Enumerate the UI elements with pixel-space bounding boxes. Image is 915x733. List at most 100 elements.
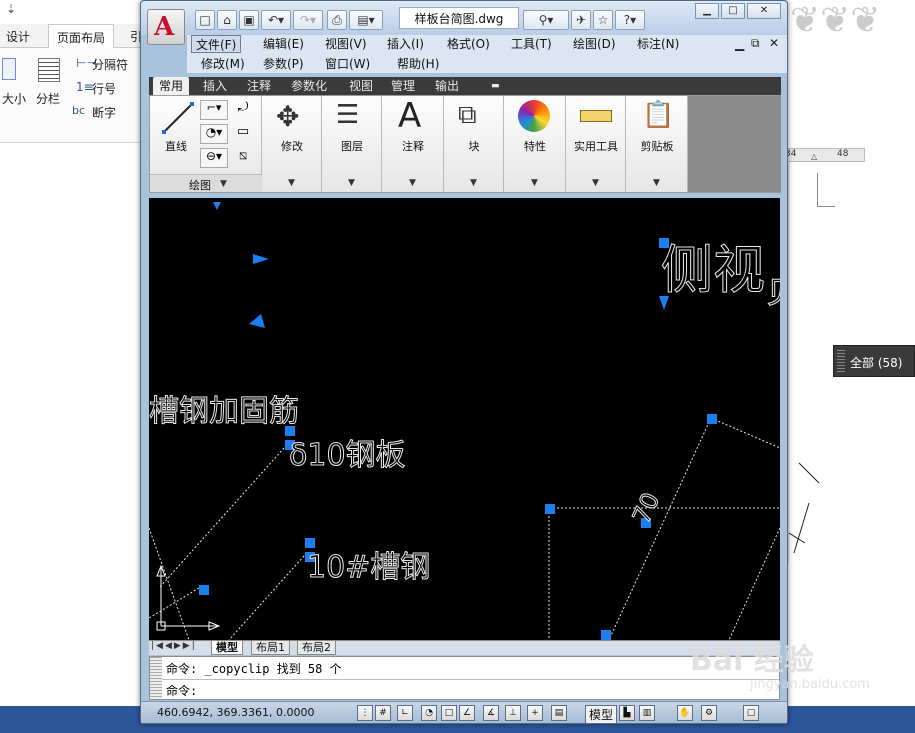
panel-properties[interactable]: 特性 ▼	[504, 96, 566, 192]
save-icon[interactable]: ▣	[239, 10, 259, 30]
watermark-brand: Bai 经验	[690, 643, 814, 678]
redo-icon[interactable]: ↷▾	[293, 10, 323, 30]
ducs-icon[interactable]: ⊥	[505, 705, 521, 721]
maximize-icon[interactable]: □	[721, 3, 745, 19]
word-columns-button[interactable]: 分栏	[36, 90, 60, 107]
menu-insert[interactable]: 插入(I)	[383, 35, 428, 53]
command-input[interactable]: 命令:	[166, 682, 197, 699]
panel-annotation[interactable]: A 注释 ▼	[382, 96, 444, 192]
lineweight-icon[interactable]: ▤	[551, 705, 567, 721]
word-hyphenation-button[interactable]: 断字	[92, 104, 116, 121]
layout-tab-bar: |◀◀▶▶| 模型 布局1 布局2	[149, 640, 780, 655]
tab-home[interactable]: 常用	[153, 77, 190, 95]
osnap-icon[interactable]: □	[441, 705, 457, 721]
tab-parametric[interactable]: 参数化	[285, 77, 333, 95]
tab-layout2[interactable]: 布局2	[297, 641, 336, 655]
ribbon-tabs: 常用 插入 注释 参数化 视图 管理 输出 ▬	[149, 77, 781, 95]
doc-minimize-icon[interactable]: ▁	[735, 37, 744, 51]
menu-help[interactable]: 帮助(H)	[393, 55, 443, 73]
layers-label: 图层	[341, 140, 363, 153]
panel-modify[interactable]: ✥ 修改 ▼	[262, 96, 322, 192]
quick-view-drawings-icon[interactable]: ▥	[639, 705, 655, 721]
application-menu-button[interactable]: A	[147, 9, 185, 45]
line-icon[interactable]	[160, 100, 196, 136]
text-channel-steel: 10#槽钢	[306, 550, 431, 586]
menu-format[interactable]: 格式(O)	[443, 35, 494, 53]
menu-edit[interactable]: 编辑(E)	[259, 35, 308, 53]
menu-modify[interactable]: 修改(M)	[197, 55, 249, 73]
grip-handle[interactable]	[707, 414, 717, 424]
panel-layers[interactable]: ☰ 图层 ▼	[322, 96, 382, 192]
minimize-icon[interactable]: ▁	[695, 3, 719, 19]
drawing-canvas[interactable]: 侧视 见 槽钢加固筋 δ10钢板 10#槽钢 70	[149, 198, 780, 640]
tab-layout1[interactable]: 布局1	[251, 641, 290, 655]
clean-screen-icon[interactable]: ▢	[743, 705, 759, 721]
popup-grip[interactable]	[837, 350, 845, 372]
word-line-numbers-button[interactable]: 行号	[92, 80, 116, 97]
tab-view[interactable]: 视图	[343, 77, 379, 95]
infocenter-search-icon[interactable]: ⚲▾	[523, 10, 569, 30]
draw-group-footer[interactable]: 绘图 ▼	[150, 174, 262, 192]
rectangle-icon[interactable]: ▭	[230, 124, 256, 144]
coordinate-readout: 460.6942, 369.3361, 0.0000	[157, 706, 315, 719]
circle-icon[interactable]: ◔▾	[200, 124, 228, 144]
word-qat-arrow[interactable]: ⇣	[6, 2, 16, 16]
tab-model[interactable]: 模型	[211, 641, 243, 655]
text-steel-plate: δ10钢板	[289, 438, 407, 474]
status-bar: 460.6942, 369.3361, 0.0000 ⋮ # ∟ ◔ □ ∠ ∡…	[141, 701, 787, 724]
tab-insert[interactable]: 插入	[197, 77, 233, 95]
close-icon[interactable]: ✕	[747, 3, 781, 19]
grid-icon[interactable]: #	[375, 705, 391, 721]
ortho-icon[interactable]: ∟	[397, 705, 413, 721]
word-tab-page-layout[interactable]: 页面布局	[48, 24, 115, 49]
word-tab-design[interactable]: 设计	[6, 28, 30, 45]
otrack-icon[interactable]: ∡	[483, 705, 499, 721]
favorites-icon[interactable]: ☆	[593, 10, 613, 30]
menu-file[interactable]: 文件(F)	[191, 35, 242, 53]
workspace-switch-icon[interactable]: ⚙	[701, 705, 717, 721]
menu-view[interactable]: 视图(V)	[321, 35, 371, 53]
tab-annotate[interactable]: 注释	[241, 77, 277, 95]
undo-icon[interactable]: ↶▾	[261, 10, 291, 30]
grip-handle[interactable]	[199, 585, 209, 595]
doc-restore-icon[interactable]: ⧉	[751, 36, 760, 51]
model-space-button[interactable]: 模型	[585, 705, 618, 724]
workspace-dropdown-icon[interactable]: ▤▾	[349, 10, 383, 30]
panel-clipboard[interactable]: 📋 剪贴板 ▼	[626, 96, 688, 192]
open-icon[interactable]: ⌂	[217, 10, 237, 30]
ruler-marker-icon[interactable]: △	[811, 152, 817, 161]
arc-icon[interactable]: ⤾	[230, 100, 256, 120]
tab-manage[interactable]: 管理	[385, 77, 421, 95]
dyn-icon[interactable]: +	[527, 705, 543, 721]
command-grip[interactable]	[150, 657, 162, 699]
ribbon-minimize-icon[interactable]: ▬	[485, 77, 506, 95]
doc-close-icon[interactable]: ✕	[769, 36, 779, 50]
line-button[interactable]: 直线	[156, 138, 196, 154]
grip-handle[interactable]	[601, 630, 611, 640]
panel-block[interactable]: ⧉ 块 ▼	[444, 96, 504, 192]
menu-tools[interactable]: 工具(T)	[507, 35, 556, 53]
ellipse-icon[interactable]: ⊖▾	[200, 148, 228, 168]
hatch-icon[interactable]: ⧅	[230, 148, 256, 168]
selection-count-popup[interactable]: 全部 (58)	[833, 345, 915, 377]
plot-icon[interactable]: ⎙	[327, 10, 347, 30]
word-size-button[interactable]: 大小	[2, 90, 26, 107]
quick-view-layouts-icon[interactable]: ▙	[619, 705, 635, 721]
3dosnap-icon[interactable]: ∠	[459, 705, 475, 721]
help-icon[interactable]: ?▾	[615, 10, 645, 30]
infer-constraints-icon[interactable]: ⋮	[357, 705, 373, 721]
communication-center-icon[interactable]: ✈	[571, 10, 591, 30]
tab-output[interactable]: 输出	[429, 77, 465, 95]
polyline-icon[interactable]: ⌐▾	[200, 100, 228, 120]
panel-utilities[interactable]: 实用工具 ▼	[566, 96, 626, 192]
polar-icon[interactable]: ◔	[421, 705, 437, 721]
menu-draw[interactable]: 绘图(D)	[569, 35, 620, 53]
grip-handle[interactable]	[545, 504, 555, 514]
pan-icon[interactable]: ✋	[677, 705, 693, 721]
new-icon[interactable]: □	[195, 10, 215, 30]
menu-dimension[interactable]: 标注(N)	[633, 35, 683, 53]
menu-parametric[interactable]: 参数(P)	[259, 55, 308, 73]
word-breaks-button[interactable]: 分隔符	[92, 56, 128, 73]
menu-window[interactable]: 窗口(W)	[321, 55, 374, 73]
layout-nav-arrows-icon[interactable]: |◀◀▶▶|	[151, 641, 197, 651]
